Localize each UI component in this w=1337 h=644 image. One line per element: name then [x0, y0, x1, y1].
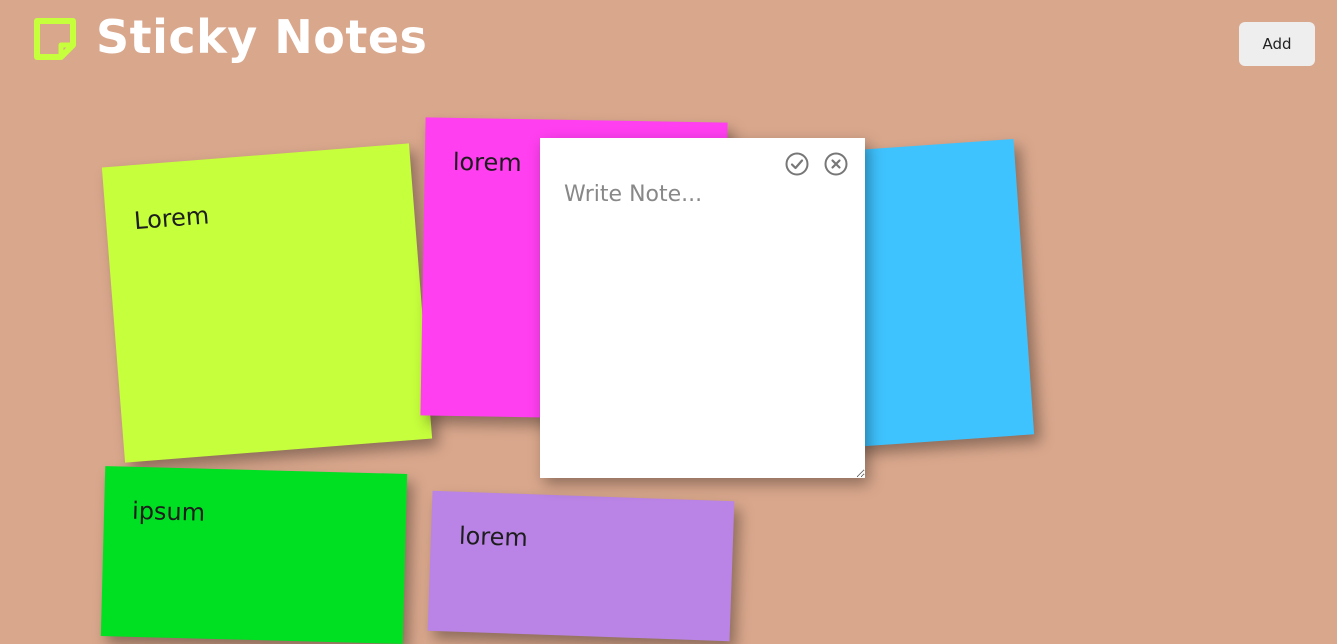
- sticky-note[interactable]: ipsum: [100, 466, 408, 644]
- note-text: Lorem: [133, 201, 211, 236]
- note-textarea[interactable]: [540, 138, 865, 478]
- check-circle-icon[interactable]: [785, 152, 809, 176]
- sticky-note-icon: [32, 16, 80, 64]
- note-text: lorem: [458, 521, 529, 553]
- note-text: lorem: [452, 147, 522, 178]
- new-note-editor: [540, 138, 865, 478]
- add-note-button[interactable]: Add: [1239, 22, 1315, 66]
- close-circle-icon[interactable]: [824, 152, 848, 176]
- note-text: ipsum: [131, 496, 206, 527]
- app-title: Sticky Notes: [96, 10, 428, 64]
- sticky-note[interactable]: Lorem: [101, 143, 433, 463]
- sticky-note[interactable]: lorem: [427, 490, 735, 642]
